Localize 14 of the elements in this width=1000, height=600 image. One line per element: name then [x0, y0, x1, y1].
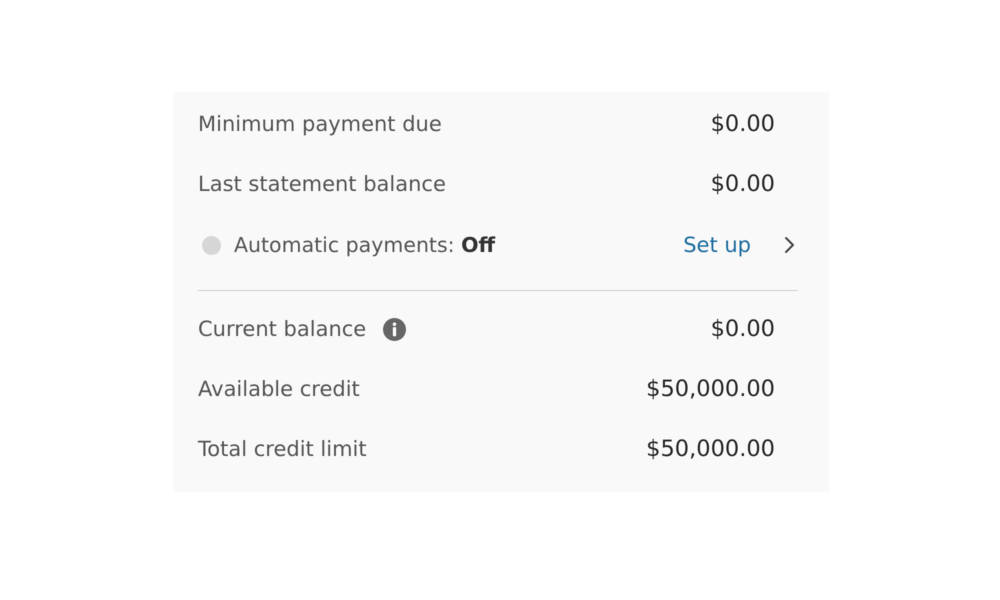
set-up-link[interactable]: Set up — [683, 233, 751, 257]
amount-value: $0.00 — [710, 171, 775, 197]
amount-value: $50,000.00 — [646, 376, 775, 402]
amount-value: $50,000.00 — [646, 436, 775, 462]
row-label: Last statement balance — [198, 172, 446, 196]
autopay-status: Automatic payments: Off — [234, 233, 496, 257]
row-label: Available credit — [198, 377, 360, 401]
row-label: Current balance — [198, 317, 366, 341]
info-icon[interactable] — [383, 318, 406, 340]
row-label: Minimum payment due — [198, 112, 442, 136]
amount-value: $0.00 — [710, 111, 775, 137]
row-label: Total credit limit — [198, 437, 367, 461]
amount-value: $0.00 — [710, 316, 775, 342]
chevron-right-icon[interactable] — [784, 236, 795, 254]
